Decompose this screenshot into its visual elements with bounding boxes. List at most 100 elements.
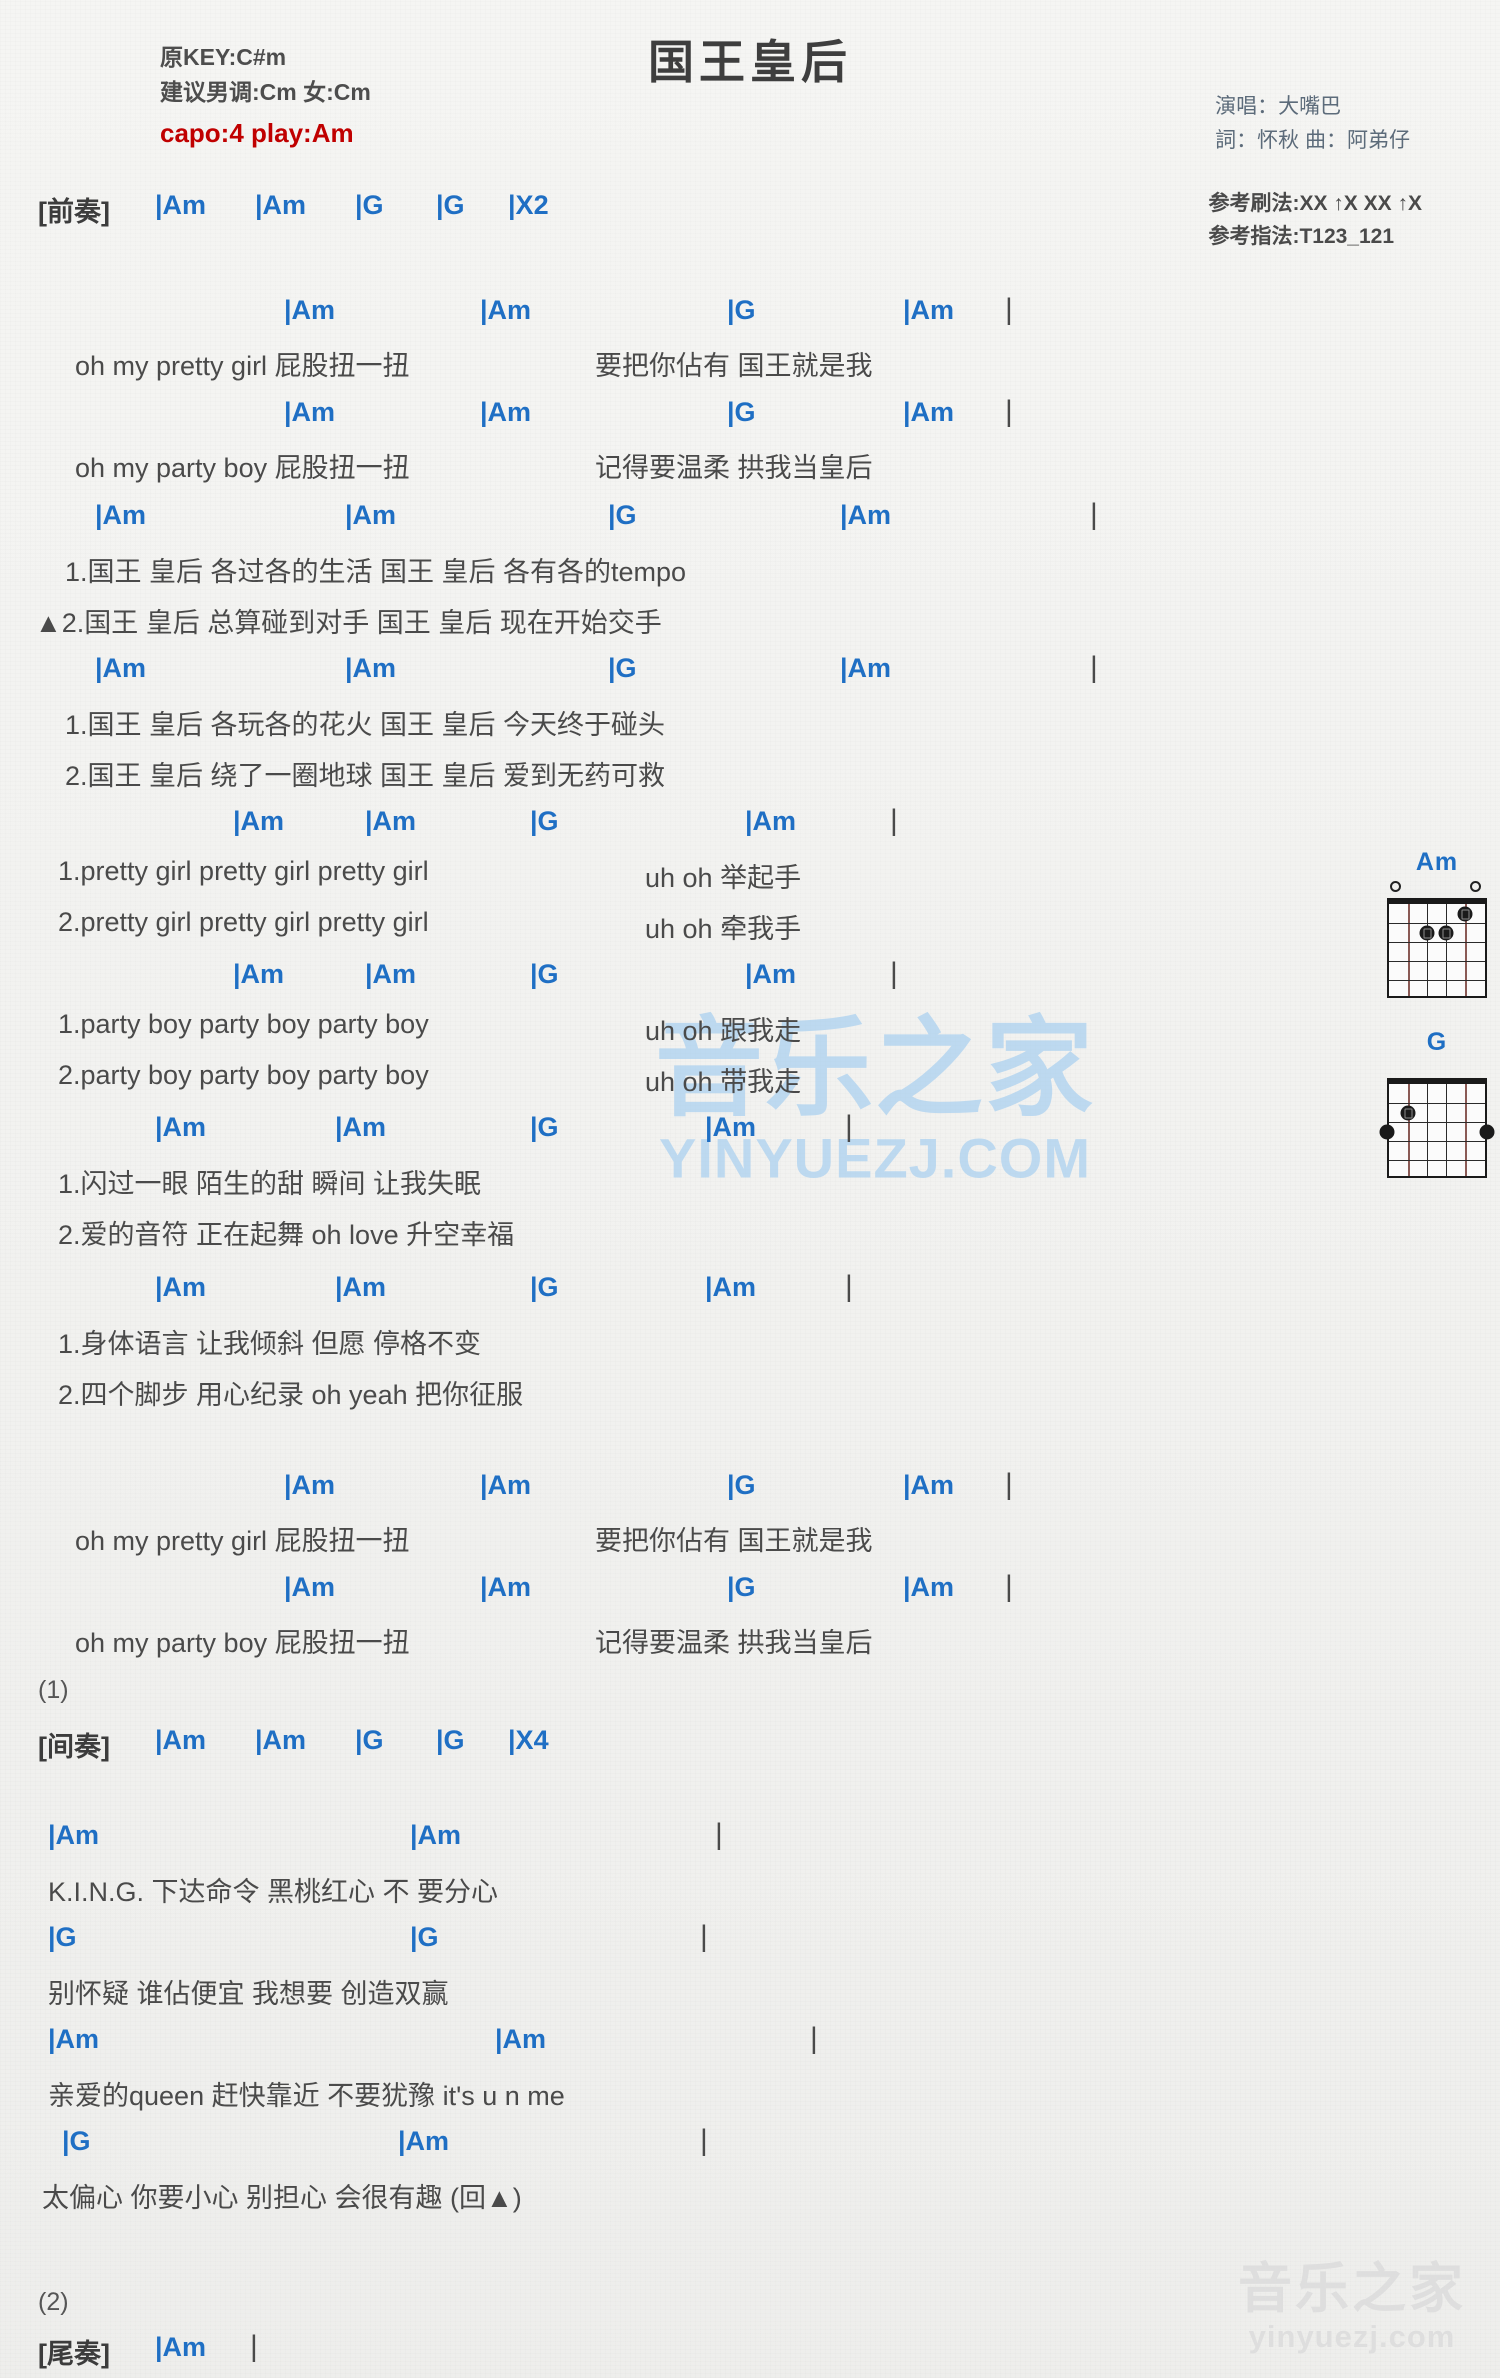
- watermark-url-text: yinyuezj.com: [1248, 2319, 1456, 2355]
- lyric-line: 2.四个脚步 用心纪录 oh yeah 把你征服: [58, 1380, 524, 1410]
- chord-diagram-am: Am: [1378, 848, 1496, 998]
- finger-dot: [1379, 1124, 1395, 1140]
- lyric-line: uh oh 跟我走: [645, 1016, 802, 1046]
- chord: |Am: [95, 653, 147, 683]
- chord-sheet-page: 音乐之家 YINYUEZJ.COM 国王皇后 原KEY:C#m 建议男调:Cm …: [0, 0, 1500, 2378]
- fretboard-grid: [1387, 898, 1487, 998]
- intro-chord-2: |Am: [255, 190, 307, 220]
- open-string-icon: [1470, 881, 1481, 892]
- chord: |Am: [155, 1112, 207, 1142]
- fret-line: [1389, 1122, 1485, 1123]
- chord: |Am: [745, 806, 797, 836]
- chord: |Am: [345, 653, 397, 683]
- interlude-chord-3: |G: [355, 1725, 384, 1755]
- chord: |Am: [745, 959, 797, 989]
- outro-chord-2: |: [250, 2330, 258, 2363]
- lyric-line: 1.国王 皇后 各过各的生活 国王 皇后 各有各的tempo: [65, 557, 687, 587]
- string-line: [1465, 1084, 1467, 1176]
- intro-chord-1: |Am: [155, 190, 207, 220]
- lyric-line: oh my pretty girl 屁股扭一扭: [75, 351, 410, 381]
- chord: |G: [530, 806, 559, 836]
- chord: |G: [530, 1112, 559, 1142]
- fret-line: [1389, 980, 1485, 981]
- fret-line: [1389, 961, 1485, 962]
- chord: |: [810, 2022, 818, 2055]
- lyric-line: uh oh 带我走: [645, 1067, 802, 1097]
- chord: |G: [410, 1922, 439, 1952]
- chord: |Am: [284, 397, 336, 427]
- chord: |Am: [840, 500, 892, 530]
- chord: |Am: [840, 653, 892, 683]
- lyric-line: 别怀疑 谁佔便宜 我想要 创造双赢: [48, 1979, 449, 2009]
- chord: |Am: [495, 2024, 547, 2054]
- finger-dot: [1400, 1105, 1416, 1121]
- chord: |G: [727, 295, 756, 325]
- chord: |Am: [903, 397, 955, 427]
- chord: |Am: [233, 959, 285, 989]
- lyric-line: 1.闪过一眼 陌生的甜 瞬间 让我失眠: [58, 1169, 482, 1199]
- finger-dot: [1438, 925, 1454, 941]
- chord: |Am: [705, 1272, 757, 1302]
- lyric-line: ▲2.国王 皇后 总算碰到对手 国王 皇后 现在开始交手: [35, 608, 662, 638]
- chord: |Am: [903, 295, 955, 325]
- chord: |Am: [284, 295, 336, 325]
- chord: |Am: [480, 295, 532, 325]
- chord: |Am: [155, 1272, 207, 1302]
- lyric-line: 记得要温柔 拱我当皇后: [595, 453, 873, 483]
- chord: |Am: [903, 1470, 955, 1500]
- string-line: [1408, 1084, 1410, 1176]
- chord-diagram-g: G: [1378, 1028, 1496, 1178]
- chord: |: [1005, 395, 1013, 428]
- fret-line: [1389, 1103, 1485, 1104]
- lyric-line: oh my party boy 屁股扭一扭: [75, 1628, 410, 1658]
- chord: |: [715, 1818, 723, 1851]
- chord-diagram-name: Am: [1415, 848, 1459, 876]
- watermark-cn-text: 音乐之家: [1238, 2259, 1466, 2320]
- finger-dot: [1419, 925, 1435, 941]
- lyric-line: uh oh 举起手: [645, 863, 802, 893]
- interlude-chord-1: |Am: [155, 1725, 207, 1755]
- lyric-line: 2.party boy party boy party boy: [58, 1060, 429, 1090]
- chord: |: [1005, 1468, 1013, 1501]
- chord: |: [700, 2124, 708, 2157]
- chord: |G: [62, 2126, 91, 2156]
- chord: |Am: [284, 1470, 336, 1500]
- fretboard-grid: [1379, 1078, 1495, 1178]
- lyric-line: 2.爱的音符 正在起舞 oh love 升空幸福: [58, 1220, 515, 1250]
- intro-chord-4: |G: [436, 190, 465, 220]
- chord: |Am: [365, 806, 417, 836]
- chord: |Am: [95, 500, 147, 530]
- chord: |: [890, 957, 898, 990]
- original-key: 原KEY:C#m: [160, 44, 287, 70]
- strum-info-block: 参考刷法:XX ↑X XX ↑X 参考指法:T123_121: [1208, 188, 1422, 253]
- fingerstyle-pattern: 参考指法:T123_121: [1208, 224, 1395, 248]
- lyric-line: 亲爱的queen 赶快靠近 不要犹豫 it's u n me: [48, 2081, 565, 2111]
- lyric-line: oh my party boy 屁股扭一扭: [75, 453, 410, 483]
- fret-line: [1389, 942, 1485, 943]
- chord: |: [845, 1110, 853, 1143]
- repeat-marker-2: (2): [38, 2288, 69, 2316]
- lyric-line: 1.身体语言 让我倾斜 但愿 停格不变: [58, 1329, 482, 1359]
- chord: |G: [727, 397, 756, 427]
- string-line: [1427, 1084, 1428, 1176]
- fret-line: [1389, 1160, 1485, 1161]
- lyric-line: 1.pretty girl pretty girl pretty girl: [58, 856, 429, 886]
- string-line: [1446, 1084, 1447, 1176]
- string-line: [1427, 904, 1428, 996]
- interlude-chord-4: |G: [436, 1725, 465, 1755]
- interlude-label: [间奏]: [38, 1732, 110, 1762]
- lyric-line: uh oh 牵我手: [645, 914, 802, 944]
- chord: |: [1005, 293, 1013, 326]
- chord: |: [1090, 651, 1098, 684]
- singer-credit: 演唱：大嘴巴: [1215, 95, 1342, 118]
- suggested-key: 建议男调:Cm 女:Cm: [160, 78, 371, 105]
- chord: |G: [727, 1572, 756, 1602]
- string-line: [1446, 904, 1447, 996]
- chord: |: [1090, 498, 1098, 531]
- finger-dot: [1479, 1124, 1495, 1140]
- lyric-line: 太偏心 你要小心 别担心 会很有趣 (回▲): [42, 2183, 522, 2213]
- chord: |: [1005, 1570, 1013, 1603]
- lyric-line: 要把你佔有 国王就是我: [595, 351, 873, 381]
- chord: |Am: [48, 1820, 100, 1850]
- chord: |Am: [480, 1470, 532, 1500]
